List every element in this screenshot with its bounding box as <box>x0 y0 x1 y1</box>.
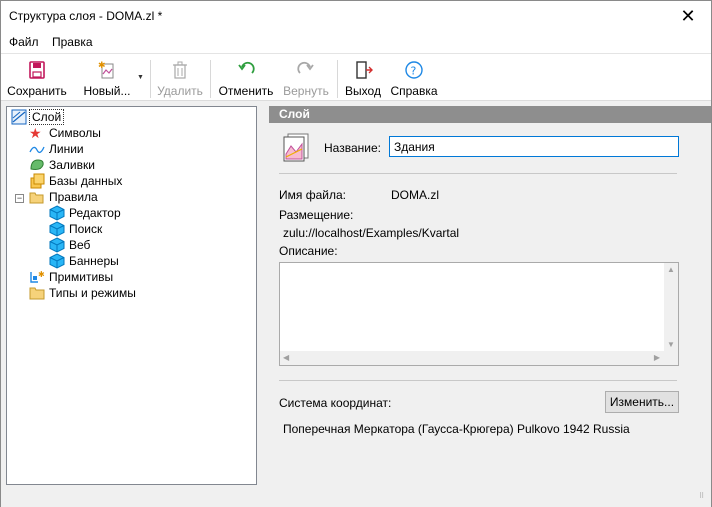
help-button[interactable]: ? Справка <box>387 56 441 100</box>
cube-icon <box>49 237 65 253</box>
help-label: Справка <box>390 84 438 98</box>
tree-item-label: Примитивы <box>49 270 114 284</box>
menu-edit[interactable]: Правка <box>52 35 93 49</box>
panel-header: Слой <box>269 106 711 123</box>
layer-properties-panel: Слой Название: Имя файла: DOMA.zl Размещ… <box>269 106 711 485</box>
new-label: Новый... <box>83 84 131 98</box>
redo-label: Вернуть <box>283 84 329 98</box>
undo-label: Отменить <box>218 84 274 98</box>
resize-grip-icon[interactable]: ⠿ <box>699 493 709 505</box>
new-button[interactable]: ✱ Новый... <box>79 56 135 100</box>
vertical-scrollbar[interactable]: ▲ ▼ <box>664 263 678 351</box>
save-label: Сохранить <box>7 84 67 98</box>
description-textarea[interactable]: ▲ ▼ ◀ ▶ <box>279 262 679 366</box>
star-icon: ★ <box>29 125 42 141</box>
toolbar: Сохранить ✱ Новый... ▼ Удалить Отменить … <box>1 53 711 101</box>
layer-document-icon <box>283 133 309 162</box>
layer-icon <box>11 109 27 125</box>
title-bar: Структура слоя - DOMA.zl * ✕ <box>1 1 711 31</box>
undo-button[interactable]: Отменить <box>214 56 278 100</box>
scroll-right-icon[interactable]: ▶ <box>654 353 660 362</box>
cube-icon <box>49 221 65 237</box>
trash-icon <box>173 61 187 79</box>
undo-icon <box>238 61 255 74</box>
horizontal-scrollbar[interactable]: ◀ ▶ <box>280 351 678 365</box>
toolbar-separator <box>150 60 151 98</box>
exit-button[interactable]: Выход <box>341 56 385 100</box>
window-title: Структура слоя - DOMA.zl * <box>9 9 163 23</box>
line-icon <box>29 146 45 154</box>
fill-icon <box>30 159 44 170</box>
cube-icon <box>49 253 65 269</box>
tree-item-label: Типы и режимы <box>49 286 136 300</box>
menu-file[interactable]: Файл <box>9 35 39 49</box>
delete-label: Удалить <box>157 84 203 98</box>
location-label: Размещение: <box>279 208 354 222</box>
tree-item-label: Баннеры <box>69 254 119 268</box>
exit-label: Выход <box>345 84 381 98</box>
new-document-icon: ✱ <box>98 61 114 79</box>
tree-item-label: Слой <box>29 109 65 125</box>
tree-item-label: Поиск <box>69 222 103 236</box>
scroll-down-icon[interactable]: ▼ <box>667 340 675 349</box>
layer-tree: Слой ★ Символы Линии Заливки Базы данных… <box>6 106 257 485</box>
menu-bar: Файл Правка <box>1 31 711 53</box>
tree-item-label: Базы данных <box>49 174 123 188</box>
location-value: zulu://localhost/Examples/Kvartal <box>283 226 460 240</box>
help-icon: ? <box>405 61 423 79</box>
exit-door-icon <box>356 61 373 79</box>
new-dropdown[interactable]: ▼ <box>135 56 147 100</box>
folder-open-icon <box>29 192 44 204</box>
change-coord-button[interactable]: Изменить... <box>605 391 679 413</box>
tree-item-label: Символы <box>49 126 101 140</box>
layer-structure-window: Структура слоя - DOMA.zl * ✕ Файл Правка… <box>0 0 712 507</box>
status-bar: ⠿ <box>1 489 711 507</box>
svg-text:✱: ✱ <box>98 61 106 71</box>
toolbar-separator <box>337 60 338 98</box>
save-icon <box>29 61 45 79</box>
primitives-icon: ✱ <box>30 270 45 283</box>
coord-system-value: Поперечная Меркатора (Гаусса-Крюгера) Pu… <box>283 422 630 436</box>
coord-system-label: Система координат: <box>279 396 392 410</box>
chevron-down-icon: ▼ <box>137 74 144 81</box>
tree-item-label: Веб <box>69 238 91 252</box>
scroll-left-icon[interactable]: ◀ <box>283 353 289 362</box>
tree-item-label: Заливки <box>49 158 95 172</box>
redo-button[interactable]: Вернуть <box>280 56 332 100</box>
name-label: Название: <box>324 141 381 155</box>
svg-text:✱: ✱ <box>38 270 45 279</box>
svg-text:?: ? <box>411 65 417 78</box>
redo-icon <box>297 61 314 74</box>
collapse-icon[interactable]: − <box>15 194 24 203</box>
delete-button[interactable]: Удалить <box>154 56 206 100</box>
tree-item-label: Линии <box>49 142 84 156</box>
tree-item-label: Правила <box>49 190 98 204</box>
name-input[interactable] <box>389 136 679 157</box>
tree-item-label: Редактор <box>69 206 121 220</box>
close-icon[interactable]: ✕ <box>665 1 711 31</box>
database-icon <box>30 173 45 189</box>
filename-label: Имя файла: <box>279 188 346 202</box>
cube-icon <box>49 205 65 221</box>
filename-value: DOMA.zl <box>391 188 439 202</box>
scroll-corner <box>664 351 678 365</box>
save-button[interactable]: Сохранить <box>5 56 69 100</box>
divider <box>279 173 677 174</box>
toolbar-separator <box>210 60 211 98</box>
divider <box>279 380 677 381</box>
folder-icon <box>29 287 45 300</box>
scroll-up-icon[interactable]: ▲ <box>667 265 675 274</box>
description-label: Описание: <box>279 244 338 258</box>
